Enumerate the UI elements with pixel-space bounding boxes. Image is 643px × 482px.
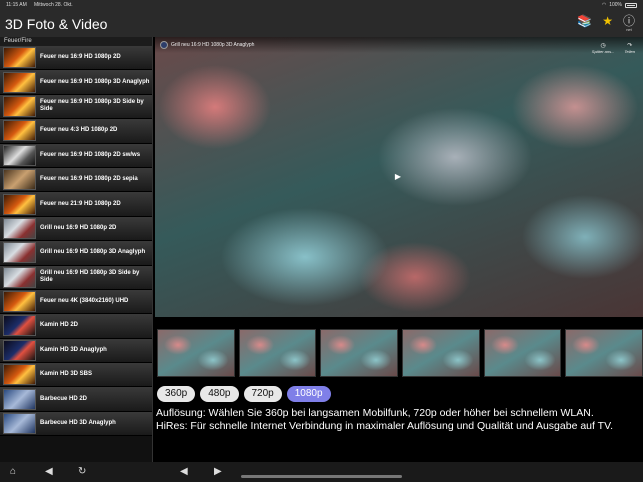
header-actions: 📚 ★ ⓘ net: [577, 15, 635, 32]
share-icon: ↷: [627, 43, 633, 49]
list-item[interactable]: Feuer neu 16:9 HD 1080p 2D: [0, 46, 152, 71]
video-player[interactable]: Grill neu 16:9 HD 1080p 3D Anaglyph ◷ Spä…: [155, 37, 643, 317]
list-item-label: Barbecue HD 3D Anaglyph: [40, 420, 116, 427]
info-icon[interactable]: ⓘ net: [623, 15, 635, 32]
video-thumbnail: [3, 144, 36, 166]
video-list-sidebar: Feuer/Fire Feuer neu 16:9 HD 1080p 2D Feu…: [0, 37, 153, 462]
info-sub-label: net: [626, 27, 632, 32]
list-item[interactable]: Barbecue HD 2D: [0, 387, 152, 412]
home-icon[interactable]: ⌂: [10, 466, 16, 478]
video-thumbnail: [3, 242, 36, 264]
list-item-label: Barbecue HD 2D: [40, 395, 88, 402]
play-icon[interactable]: ▶: [391, 170, 405, 184]
star-icon[interactable]: ★: [602, 15, 613, 27]
watch-later-label: Später ans...: [591, 49, 615, 54]
video-thumbnail: [3, 169, 36, 191]
list-item[interactable]: Feuer neu 4K (3840x2160) UHD: [0, 289, 152, 315]
resolution-button-360p[interactable]: 360p: [157, 386, 196, 402]
list-item[interactable]: Feuer neu 16:9 HD 1080p 3D Side by Side: [0, 94, 152, 120]
list-item[interactable]: Feuer neu 4:3 HD 1080p 2D: [0, 119, 152, 144]
reload-icon[interactable]: ↻: [78, 466, 86, 478]
video-thumbnail: [3, 291, 36, 313]
channel-avatar[interactable]: [160, 41, 168, 49]
video-thumbnail: [3, 47, 36, 69]
home-indicator[interactable]: [241, 475, 402, 478]
video-thumbnail: [3, 71, 36, 93]
video-thumbnail: [3, 413, 36, 435]
video-thumbnail: [3, 95, 36, 117]
bottom-toolbar: ⌂ ◀ ↻ ◀ ▶: [0, 462, 643, 482]
list-item[interactable]: Feuer neu 21:9 HD 1080p 2D: [0, 192, 152, 217]
next-icon[interactable]: ▶: [214, 466, 222, 478]
list-item-label: Feuer neu 16:9 HD 1080p 3D Side by Side: [40, 99, 144, 113]
video-title[interactable]: Grill neu 16:9 HD 1080p 3D Anaglyph: [171, 42, 254, 48]
back-icon[interactable]: ◀: [45, 466, 53, 478]
list-item-label: Feuer neu 16:9 HD 1080p 3D Anaglyph: [40, 78, 150, 85]
battery-icon: [625, 2, 637, 8]
resolution-button-720p[interactable]: 720p: [243, 386, 282, 402]
video-thumbnail: [3, 266, 36, 288]
share-label: Teilen: [624, 49, 635, 54]
video-thumbnail: [3, 388, 36, 410]
list-item-label: Feuer neu 16:9 HD 1080p 2D: [40, 54, 121, 61]
section-label: Feuer/Fire: [0, 37, 152, 46]
video-thumbnail: [3, 217, 36, 239]
list-item-label: Feuer neu 16:9 HD 1080p 2D sepia: [40, 176, 138, 183]
status-date: Mittwoch 28. Okt.: [34, 2, 73, 8]
video-thumbnail: [3, 120, 36, 142]
share-button[interactable]: ↷ Teilen: [624, 42, 635, 54]
list-item-label: Grill neu 16:9 HD 1080p 3D Anaglyph: [40, 249, 146, 256]
books-icon[interactable]: 📚: [577, 15, 592, 27]
video-title-actions: ◷ Später ans... ↷ Teilen: [592, 42, 635, 54]
hires-info-text: HiRes: Für schnelle Internet Verbindung …: [156, 420, 614, 432]
preview-thumbnail[interactable]: [320, 329, 399, 377]
video-thumbnail: [3, 193, 36, 215]
list-item-label: Grill neu 16:9 HD 1080p 3D Side by Side: [40, 270, 140, 284]
battery-percent: 100%: [609, 2, 622, 8]
prev-icon[interactable]: ◀: [180, 466, 188, 478]
resolution-button-480p[interactable]: 480p: [200, 386, 239, 402]
list-item[interactable]: Grill neu 16:9 HD 1080p 3D Side by Side: [0, 265, 152, 290]
preview-strip: [155, 329, 643, 379]
resolution-selector: 360p 480p 720p 1080p: [157, 386, 331, 402]
list-item[interactable]: Kamin HD 2D: [0, 314, 152, 339]
list-item-label: Feuer neu 21:9 HD 1080p 2D: [40, 200, 121, 207]
status-time: 11:15 AM: [6, 2, 27, 8]
video-title-bar: Grill neu 16:9 HD 1080p 3D Anaglyph ◷ Spä…: [155, 37, 643, 54]
list-item[interactable]: Feuer neu 16:9 HD 1080p 3D Anaglyph: [0, 70, 152, 95]
wifi-icon: ◠: [601, 2, 607, 8]
video-thumbnail: [3, 364, 36, 386]
preview-thumbnail[interactable]: [565, 329, 643, 377]
preview-thumbnail[interactable]: [483, 329, 562, 377]
preview-thumbnail[interactable]: [157, 329, 235, 377]
app-header: 3D Foto & Video 📚 ★ ⓘ net: [0, 11, 643, 37]
list-item-label: Kamin HD 3D SBS: [40, 371, 93, 378]
status-bar: 11:15 AM Mittwoch 28. Okt. ◠ 100%: [0, 0, 643, 11]
list-item-label: Kamin HD 2D: [40, 322, 79, 329]
list-item[interactable]: Grill neu 16:9 HD 1080p 2D: [0, 216, 152, 242]
resolution-info-text: Auflösung: Wählen Sie 360p bei langsamen…: [156, 407, 594, 419]
list-item-label: Grill neu 16:9 HD 1080p 2D: [40, 224, 117, 231]
preview-thumbnail[interactable]: [402, 329, 480, 377]
watch-later-button[interactable]: ◷ Später ans...: [592, 42, 615, 54]
list-item-label: Feuer neu 4K (3840x2160) UHD: [40, 298, 129, 305]
list-item[interactable]: Barbecue HD 3D Anaglyph: [0, 411, 152, 437]
status-right: ◠ 100%: [602, 2, 637, 8]
list-item-label: Feuer neu 16:9 HD 1080p 2D sw/ws: [40, 151, 141, 158]
list-item-label: Kamin HD 3D Anaglyph: [40, 346, 107, 353]
list-item-label: Feuer neu 4:3 HD 1080p 2D: [40, 127, 118, 134]
list-item[interactable]: Grill neu 16:9 HD 1080p 3D Anaglyph: [0, 241, 152, 266]
app-title: 3D Foto & Video: [5, 16, 108, 32]
list-item[interactable]: Kamin HD 3D SBS: [0, 363, 152, 388]
clock-icon: ◷: [600, 43, 606, 49]
list-item[interactable]: Kamin HD 3D Anaglyph: [0, 338, 152, 364]
preview-thumbnail[interactable]: [238, 329, 317, 377]
list-item[interactable]: Feuer neu 16:9 HD 1080p 2D sepia: [0, 167, 152, 193]
resolution-button-1080p[interactable]: 1080p: [286, 386, 331, 402]
list-item[interactable]: Feuer neu 16:9 HD 1080p 2D sw/ws: [0, 143, 152, 168]
video-list: Feuer neu 16:9 HD 1080p 2D Feuer neu 16:9…: [0, 46, 152, 437]
video-thumbnail: [3, 339, 36, 361]
video-thumbnail: [3, 315, 36, 337]
